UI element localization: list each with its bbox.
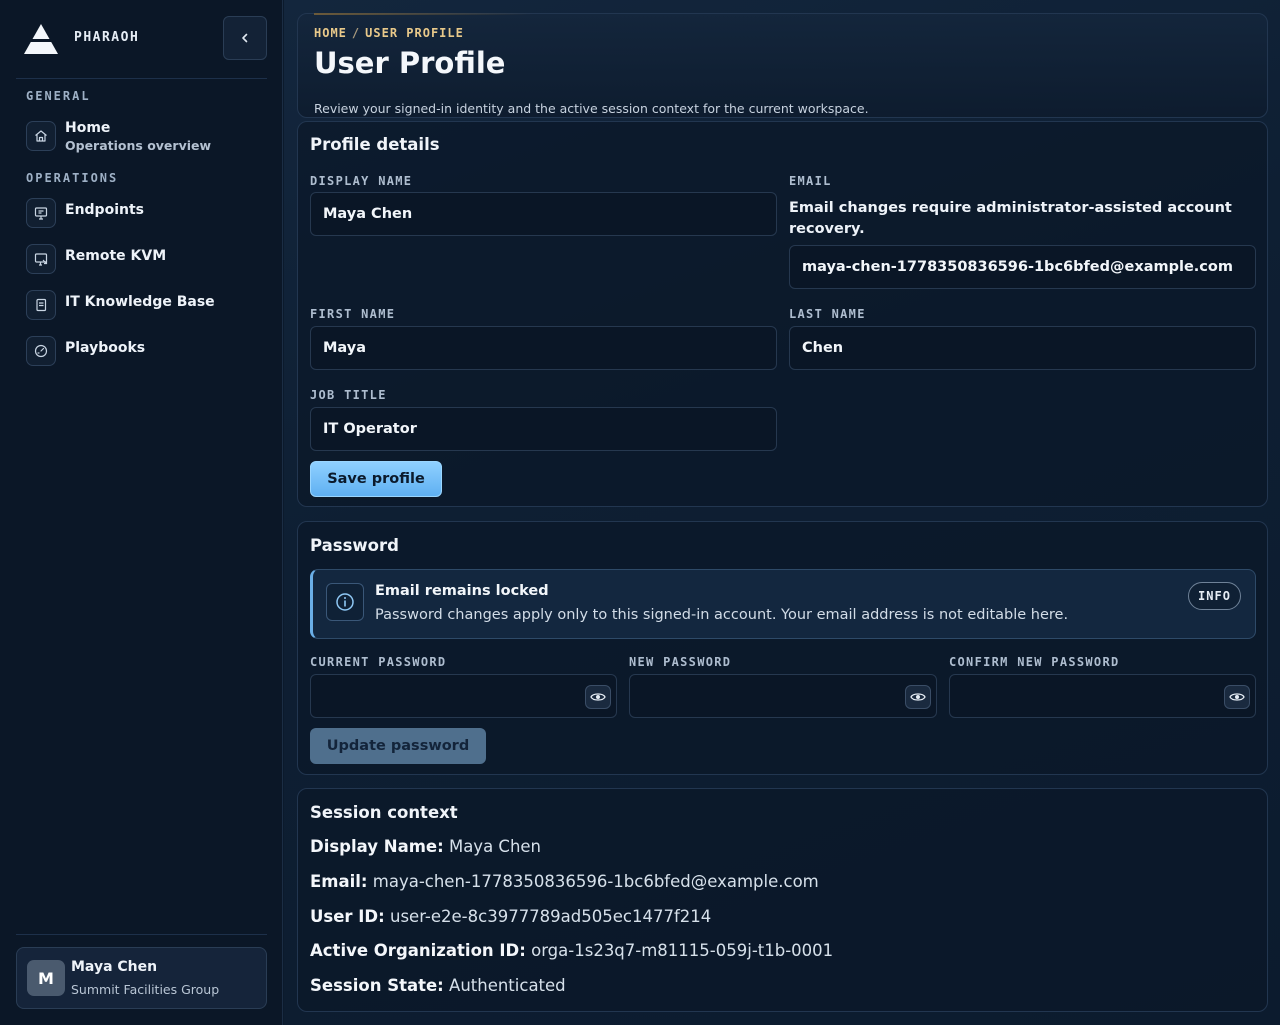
user-menu[interactable]: M Maya Chen Summit Facilities Group xyxy=(16,947,267,1009)
job-title-field[interactable]: IT Operator xyxy=(310,407,777,451)
home-icon xyxy=(26,121,56,151)
panel-title: Session context xyxy=(310,803,458,822)
email-note: Email changes require administrator-assi… xyxy=(789,200,1232,237)
password-panel: Password Email remains locked Password c… xyxy=(297,521,1268,775)
session-context-panel: Session context Display Name: Maya Chen … xyxy=(297,788,1268,1012)
book-icon xyxy=(26,290,56,320)
page-header: HOME / USER PROFILE User Profile Review yo… xyxy=(297,13,1268,118)
alert-title: Email remains locked xyxy=(375,583,549,599)
session-key: Email: xyxy=(310,872,368,891)
breadcrumb-current: USER PROFILE xyxy=(365,26,464,40)
sidebar-item-label: Playbooks xyxy=(65,340,146,356)
sidebar-item-label: Endpoints xyxy=(65,202,144,218)
session-state: Session State: Authenticated xyxy=(310,976,566,995)
confirm-password-field[interactable] xyxy=(949,674,1256,718)
sidebar-item-endpoints[interactable]: Endpoints xyxy=(26,192,266,232)
show-password-toggle[interactable] xyxy=(585,685,611,709)
display-name-label: DISPLAY NAME xyxy=(310,174,413,188)
remote-screen-icon xyxy=(26,244,56,274)
sidebar-item-label: IT Knowledge Base xyxy=(65,294,215,310)
session-display-name: Display Name: Maya Chen xyxy=(310,837,541,856)
sidebar-item-sublabel: Operations overview xyxy=(65,138,212,153)
sidebar-divider xyxy=(16,934,267,935)
page-title: User Profile xyxy=(314,46,506,80)
breadcrumb-home[interactable]: HOME xyxy=(314,26,347,40)
first-name-label: FIRST NAME xyxy=(310,307,396,321)
session-value: user-e2e-8c3977789ad505ec1477f214 xyxy=(389,907,712,926)
info-badge: INFO xyxy=(1188,582,1241,610)
eye-icon xyxy=(910,693,926,701)
pyramid-logo-icon xyxy=(24,24,58,54)
eye-icon xyxy=(1229,693,1245,701)
chevron-left-icon xyxy=(242,33,248,43)
sidebar-item-playbooks[interactable]: Playbooks xyxy=(26,330,266,370)
new-password-label: NEW PASSWORD xyxy=(629,655,732,669)
current-password-field[interactable] xyxy=(310,674,617,718)
sidebar-item-home[interactable]: Home Operations overview xyxy=(26,115,266,155)
page-description: Review your signed-in identity and the a… xyxy=(314,101,869,116)
session-email: Email: maya-chen-1778350836596-1bc6bfed@… xyxy=(310,872,819,891)
info-icon xyxy=(326,583,364,621)
profile-details-panel: Profile details DISPLAY NAME Maya Chen E… xyxy=(297,121,1268,507)
new-password-field[interactable] xyxy=(629,674,937,718)
sidebar-item-it-knowledge-base[interactable]: IT Knowledge Base xyxy=(26,284,266,324)
gauge-icon xyxy=(26,336,56,366)
sidebar-divider xyxy=(16,78,267,79)
alert-text: Password changes apply only to this sign… xyxy=(375,607,1069,623)
session-user-id: User ID: user-e2e-8c3977789ad505ec1477f2… xyxy=(310,907,711,926)
breadcrumb-separator: / xyxy=(351,26,361,40)
eye-icon xyxy=(590,693,606,701)
session-value: Authenticated xyxy=(449,976,566,995)
main-content: HOME / USER PROFILE User Profile Review yo… xyxy=(284,0,1280,1025)
section-label-general: GENERAL xyxy=(26,89,91,103)
job-title-label: JOB TITLE xyxy=(310,388,387,402)
show-password-toggle[interactable] xyxy=(1224,685,1250,709)
session-value: orga-1s23q7-m81115-059j-t1b-0001 xyxy=(531,941,834,960)
session-key: User ID: xyxy=(310,907,385,926)
sidebar-item-label: Home xyxy=(65,120,111,136)
session-value: maya-chen-1778350836596-1bc6bfed@example… xyxy=(372,872,819,891)
sidebar: PHARAOH GENERAL Home Operations overview… xyxy=(0,0,283,1025)
session-organization-id: Active Organization ID: orga-1s23q7-m811… xyxy=(310,941,833,960)
sidebar-item-label: Remote KVM xyxy=(65,248,167,264)
section-label-operations: OPERATIONS xyxy=(26,171,119,185)
sidebar-item-remote-kvm[interactable]: Remote KVM xyxy=(26,238,266,278)
session-value: Maya Chen xyxy=(448,837,542,856)
breadcrumb: HOME / USER PROFILE xyxy=(314,26,464,40)
panel-title: Profile details xyxy=(310,135,440,154)
confirm-password-label: CONFIRM NEW PASSWORD xyxy=(949,655,1120,669)
avatar: M xyxy=(27,960,65,996)
email-field: maya-chen-1778350836596-1bc6bfed@example… xyxy=(789,245,1256,289)
current-password-label: CURRENT PASSWORD xyxy=(310,655,447,669)
monitor-icon xyxy=(26,198,56,228)
show-password-toggle[interactable] xyxy=(905,685,931,709)
brand-name: PHARAOH xyxy=(74,30,140,45)
session-key: Session State: xyxy=(310,976,444,995)
user-organization: Summit Facilities Group xyxy=(71,982,220,997)
last-name-label: LAST NAME xyxy=(789,307,866,321)
user-name: Maya Chen xyxy=(71,959,158,975)
session-key: Active Organization ID: xyxy=(310,941,526,960)
panel-title: Password xyxy=(310,536,399,555)
display-name-field[interactable]: Maya Chen xyxy=(310,192,777,236)
update-password-button[interactable]: Update password xyxy=(310,728,486,764)
email-label: EMAIL xyxy=(789,174,832,188)
collapse-sidebar-button[interactable] xyxy=(223,16,267,60)
last-name-field[interactable]: Chen xyxy=(789,326,1256,370)
session-key: Display Name: xyxy=(310,837,444,856)
save-profile-button[interactable]: Save profile xyxy=(310,461,442,497)
email-locked-alert: Email remains locked Password changes ap… xyxy=(310,569,1256,639)
first-name-field[interactable]: Maya xyxy=(310,326,777,370)
